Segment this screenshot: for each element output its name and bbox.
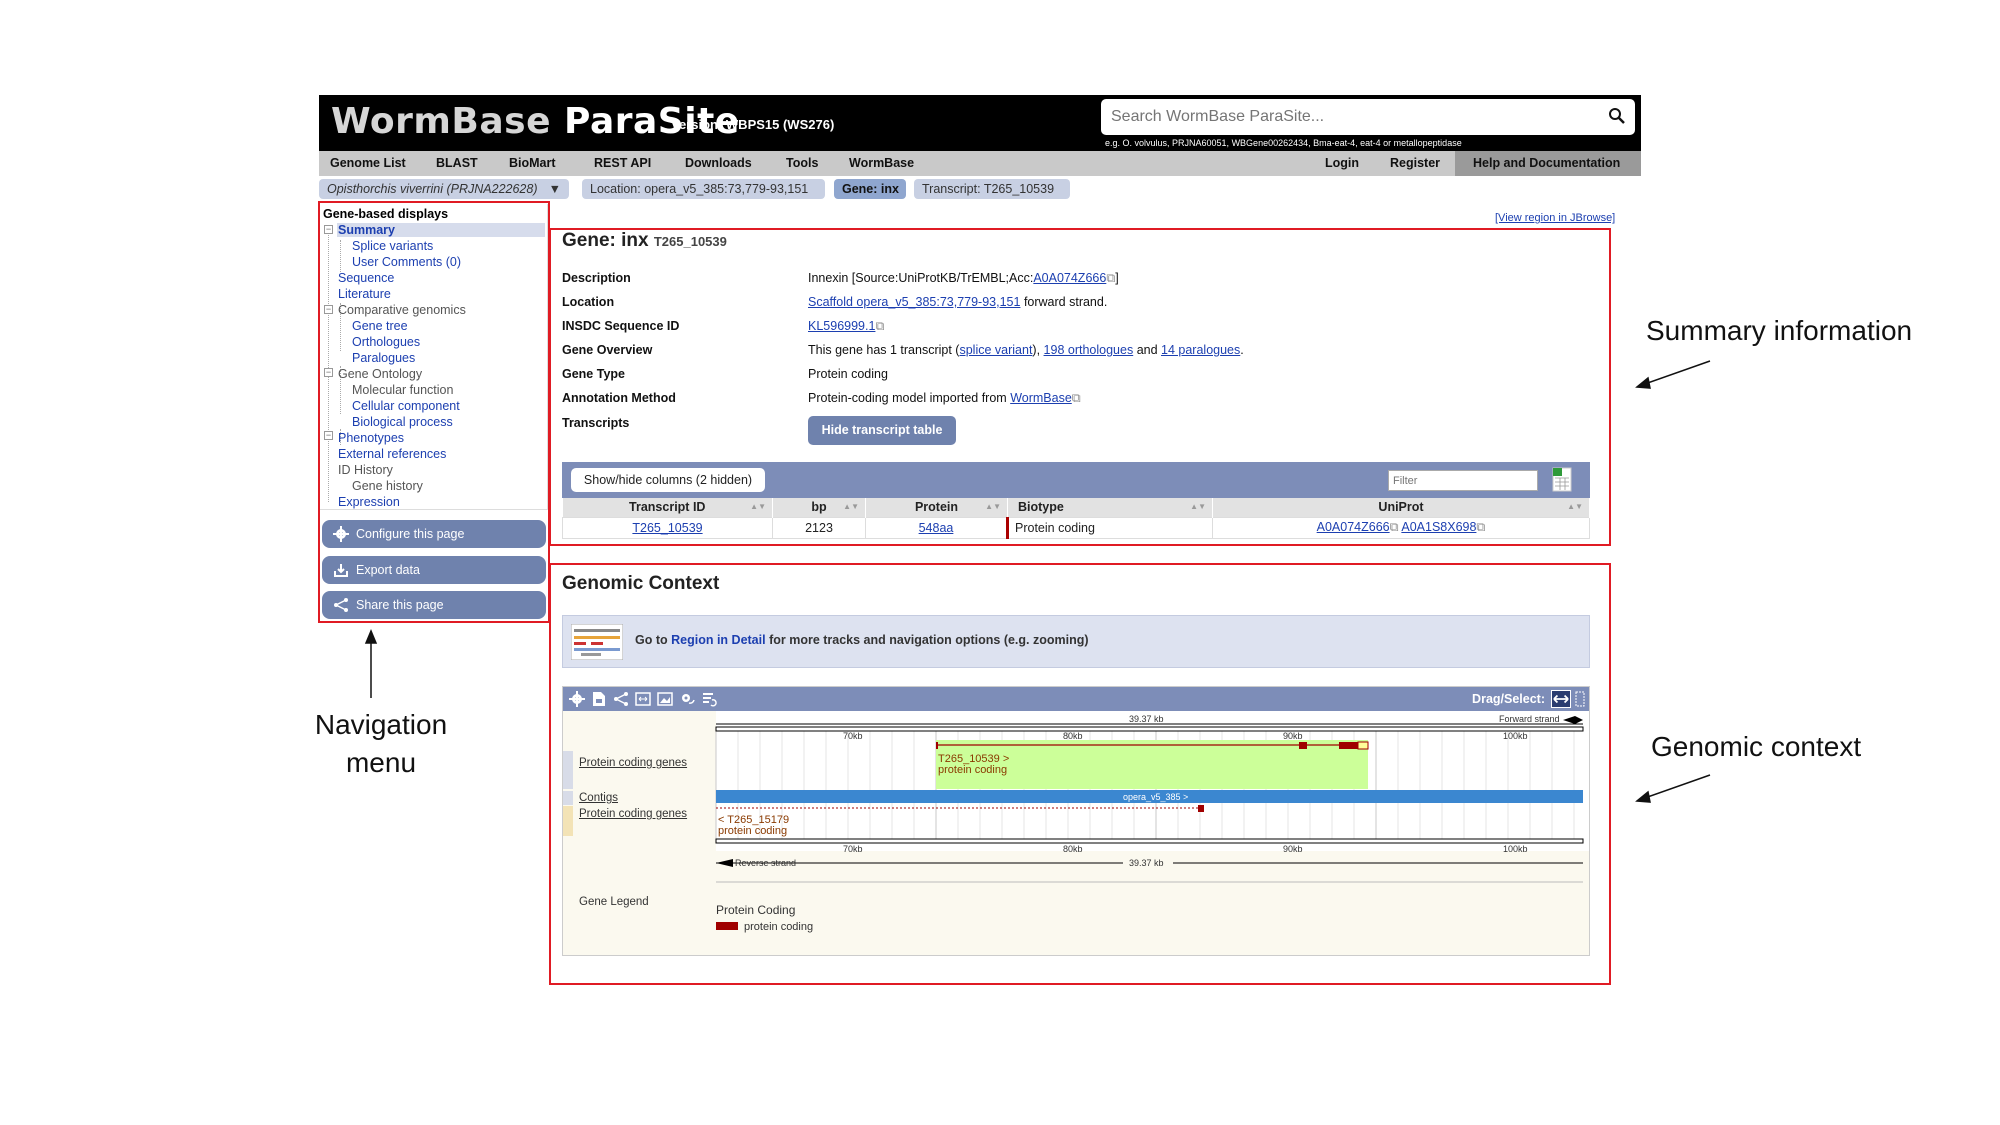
arrow-genomic — [1641, 774, 1711, 800]
annotation-arrows — [364, 360, 1711, 803]
arrowhead-icon — [1635, 790, 1651, 803]
arrowhead-icon — [1635, 376, 1651, 389]
arrow-summary — [1641, 360, 1711, 386]
arrowhead-icon — [364, 629, 378, 644]
